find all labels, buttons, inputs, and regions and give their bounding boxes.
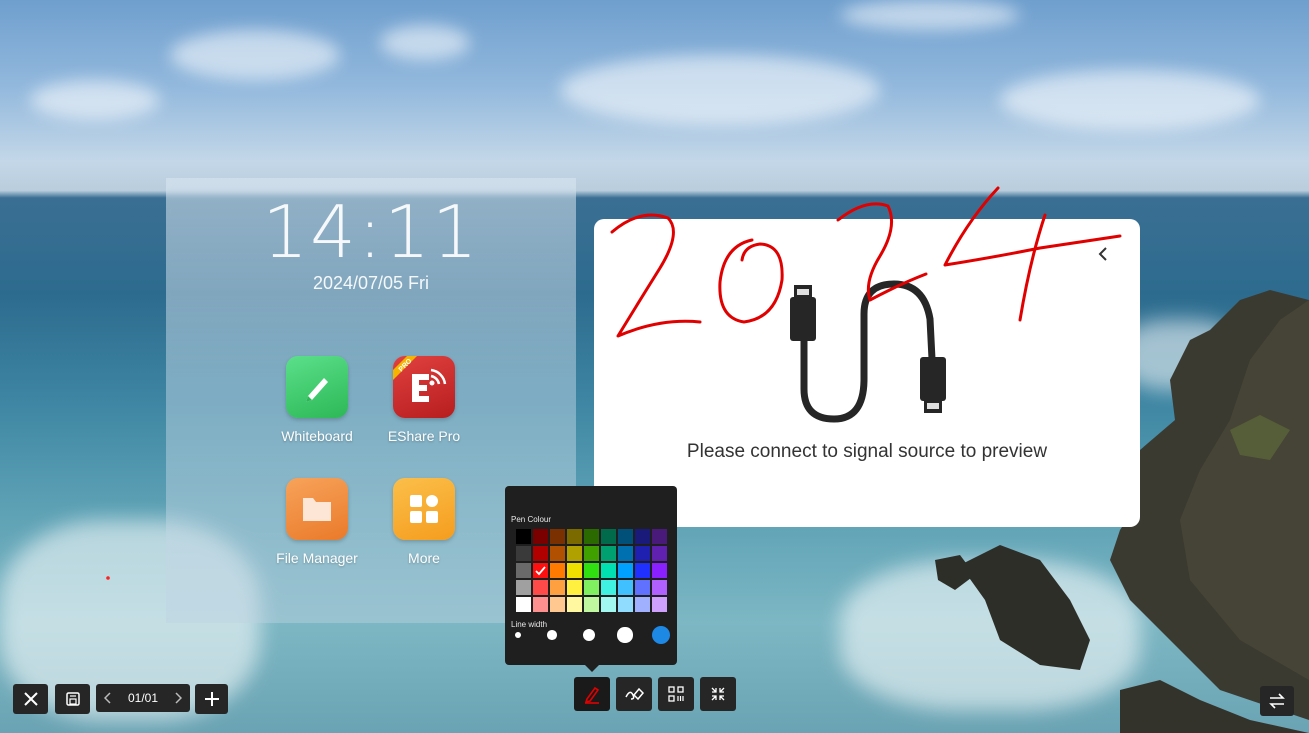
line-width-option[interactable] [617,627,633,643]
color-swatch[interactable] [601,580,616,595]
color-swatch[interactable] [567,597,582,612]
color-swatch[interactable] [635,529,650,544]
color-swatch[interactable] [550,563,565,578]
save-icon [65,692,80,706]
whiteboard-icon [286,356,348,418]
line-width-option[interactable] [582,628,596,642]
app-file-manager[interactable]: File Manager [267,478,367,566]
add-page-button[interactable] [195,684,228,714]
color-swatch[interactable] [635,580,650,595]
signal-preview-panel: Please connect to signal source to previ… [594,219,1140,527]
color-swatch[interactable] [550,580,565,595]
eshare-pro-icon: PRO [393,356,455,418]
color-swatch[interactable] [533,529,548,544]
line-width-option[interactable] [514,631,522,639]
clock-date: 2024/07/05 Fri [312,273,430,293]
color-swatch[interactable] [516,563,531,578]
switch-icon [1269,693,1285,709]
color-swatch[interactable] [652,529,667,544]
preview-message: Please connect to signal source to previ… [686,441,1048,462]
color-swatch[interactable] [550,597,565,612]
color-swatch[interactable] [533,546,548,561]
eraser-tool-button[interactable] [616,677,652,711]
close-icon [23,692,38,706]
folder-icon [286,478,348,540]
color-swatch[interactable] [635,546,650,561]
color-swatch[interactable] [533,580,548,595]
app-label: File Manager [276,550,358,566]
color-swatch[interactable] [618,597,633,612]
color-swatch[interactable] [567,529,582,544]
color-swatch[interactable] [601,563,616,578]
line-width-option[interactable] [547,630,557,640]
pen-colour-popup: Pen Colour Line width [505,486,677,672]
color-swatch[interactable] [584,597,599,612]
minimize-button[interactable] [700,677,736,711]
color-swatch[interactable] [635,563,650,578]
color-swatch[interactable] [550,529,565,544]
color-swatch[interactable] [618,529,633,544]
color-swatch[interactable] [584,580,599,595]
color-swatch[interactable] [635,597,650,612]
color-swatch[interactable] [567,563,582,578]
qr-code-icon [668,686,684,702]
chevron-left-icon[interactable] [1095,245,1113,263]
app-eshare-pro[interactable]: PRO EShare Pro [374,356,474,444]
color-swatch[interactable] [652,563,667,578]
save-button[interactable] [55,684,90,714]
color-swatch[interactable] [618,563,633,578]
qr-code-button[interactable] [658,677,694,711]
check-icon [535,566,546,576]
color-swatch[interactable] [516,597,531,612]
color-swatch[interactable] [601,529,616,544]
app-label: EShare Pro [387,428,461,444]
chevron-right-icon[interactable] [174,692,182,704]
color-swatch[interactable] [533,597,548,612]
color-swatch[interactable] [550,546,565,561]
app-more[interactable]: More [374,478,474,566]
color-swatch[interactable] [652,597,667,612]
app-whiteboard[interactable]: Whiteboard [267,356,367,444]
eraser-icon [625,687,645,701]
pen-colour-title: Pen Colour [511,515,552,524]
app-label: Whiteboard [281,428,353,444]
plus-icon [204,692,219,706]
pen-tool-button[interactable] [574,677,610,711]
close-button[interactable] [13,684,48,714]
color-swatch[interactable] [618,546,633,561]
color-swatch[interactable] [516,546,531,561]
line-width-title: Line width [511,620,548,629]
color-swatch[interactable] [584,563,599,578]
switch-button[interactable] [1260,686,1294,716]
color-swatch[interactable] [567,580,582,595]
color-swatch[interactable] [516,580,531,595]
minimize-icon [711,687,725,701]
color-swatch[interactable] [516,529,531,544]
line-width-option[interactable] [652,626,670,644]
color-swatch[interactable] [601,546,616,561]
page-navigator: 01/01 [96,684,190,712]
color-swatch[interactable] [652,580,667,595]
color-swatch[interactable] [652,546,667,561]
more-apps-icon [393,478,455,540]
color-swatch[interactable] [618,580,633,595]
clock-time: 14:11 [262,190,480,274]
hdmi-cable-icon [790,280,946,423]
app-label: More [408,550,440,566]
color-swatch[interactable] [601,597,616,612]
pen-icon [584,686,600,704]
color-swatch[interactable] [584,529,599,544]
color-swatch[interactable] [567,546,582,561]
color-palette [516,529,667,612]
color-swatch[interactable] [584,546,599,561]
color-swatch-selected[interactable] [533,563,548,578]
